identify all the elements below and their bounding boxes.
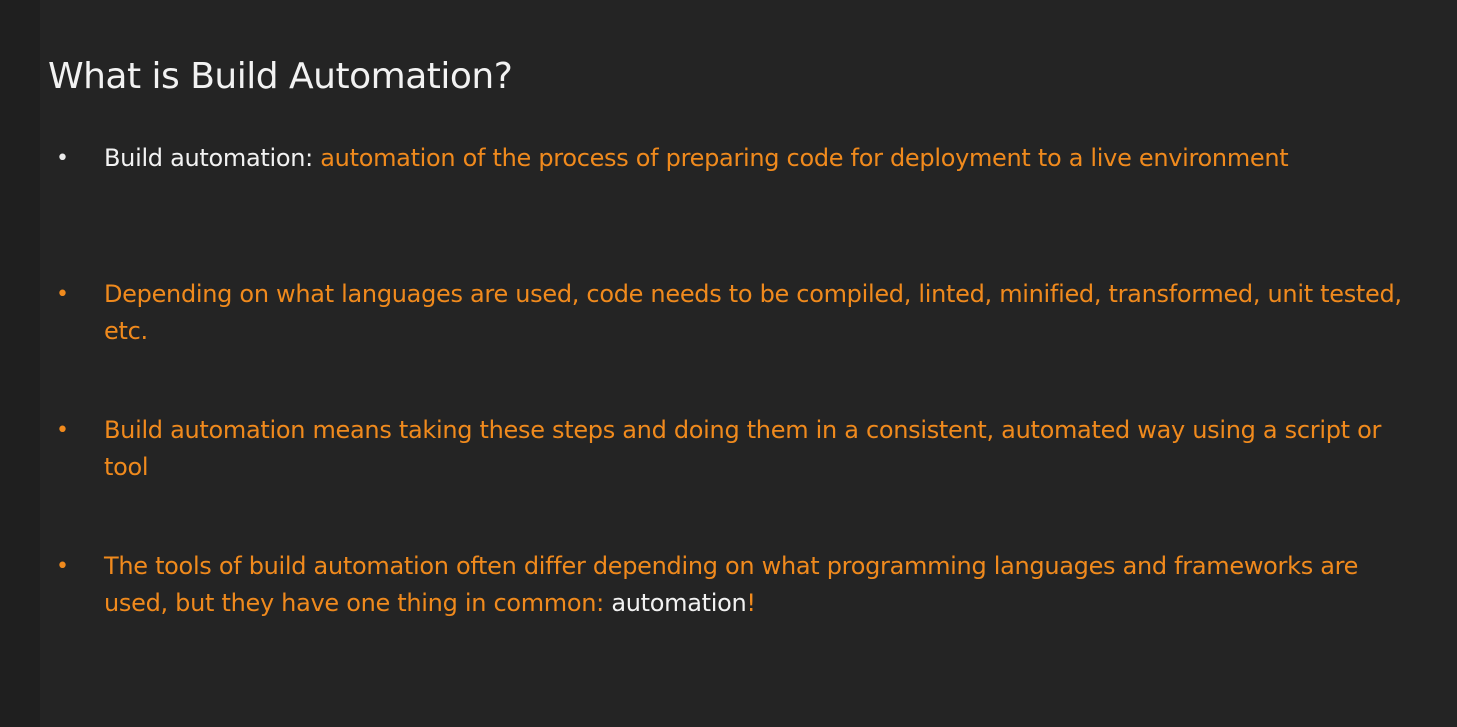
bullet-symbol: • (56, 146, 69, 171)
bullet-definition: automation of the process of preparing c… (312, 144, 1289, 172)
bullet-text: The tools of build automation often diff… (104, 548, 1424, 622)
bullet-highlight: automation (611, 589, 747, 617)
bullet-text: Build automation: automation of the proc… (104, 140, 1424, 177)
bullet-text: Build automation means taking these step… (104, 416, 1382, 481)
slide-left-edge (0, 0, 40, 727)
bullet-symbol: • (56, 282, 69, 307)
bullet-text-after: ! (746, 589, 756, 617)
bullet-symbol: • (56, 418, 69, 443)
slide: What is Build Automation? • Build automa… (0, 0, 1457, 727)
bullet-term: Build automation: (104, 144, 313, 172)
bullet-text: Depending on what languages are used, co… (104, 280, 1402, 345)
slide-title: What is Build Automation? (48, 56, 513, 97)
bullet-symbol: • (56, 554, 69, 579)
